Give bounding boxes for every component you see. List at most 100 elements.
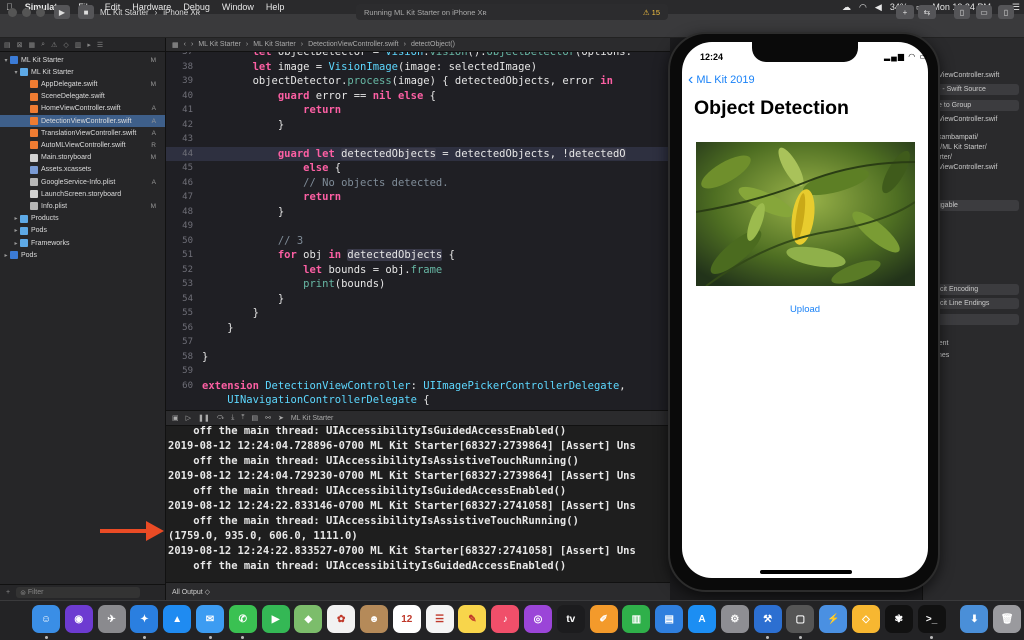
code-text[interactable]: print(bounds) (202, 278, 670, 290)
code-line[interactable]: 48 } (166, 205, 670, 220)
disclosure-triangle-icon[interactable]: ▾ (12, 69, 20, 76)
maps-icon[interactable]: ◆ (294, 605, 323, 633)
code-line[interactable]: 47 return (166, 190, 670, 205)
stop-button[interactable]: ■ (78, 5, 94, 19)
source-control-icon[interactable]: ⊠ (17, 41, 23, 49)
breadcrumb-file[interactable]: DetectionViewController.swift (308, 41, 399, 48)
forward-nav-icon[interactable]: › (191, 41, 193, 48)
mail-icon[interactable]: ✉ (196, 605, 224, 633)
disclosure-triangle-icon[interactable]: ▸ (2, 252, 10, 259)
filter-input[interactable]: ⊜ Filter (16, 587, 141, 598)
disclosure-triangle-icon[interactable]: ▸ (12, 215, 20, 222)
step-out-icon[interactable]: ⤒ (241, 414, 244, 422)
toggle-inspector-button[interactable]: ▯ (998, 5, 1014, 19)
navigator-item[interactable]: SceneDelegate.swift (0, 91, 165, 103)
code-line[interactable]: 60 extension DetectionViewController: UII… (166, 379, 670, 394)
reminders-icon[interactable]: ☰ (425, 605, 454, 633)
run-button[interactable]: ▶ (54, 5, 70, 19)
music-icon[interactable]: ♪ (491, 605, 520, 633)
code-text[interactable]: } (202, 307, 670, 319)
code-text[interactable]: } (202, 351, 670, 363)
navigator-item[interactable]: HomeViewController.swift A (0, 103, 165, 115)
navigator-item[interactable]: LaunchScreen.storyboard (0, 188, 165, 200)
code-line[interactable]: 39 objectDetector.process(image) { detec… (166, 74, 670, 89)
pages-icon[interactable]: ✐ (589, 605, 618, 633)
line-number[interactable]: 45 (166, 163, 202, 173)
line-number[interactable]: 59 (166, 366, 202, 376)
siri-icon[interactable]: ◉ (64, 605, 93, 633)
sketch-icon[interactable]: ◇ (852, 605, 880, 633)
finder-icon[interactable]: ☺ (32, 605, 60, 633)
code-line[interactable]: 43 (166, 132, 670, 147)
inspector-popup[interactable]: ive to Group (929, 100, 1019, 111)
hide-debug-icon[interactable]: ▣ (172, 414, 179, 422)
navigator-item[interactable]: AppDelegate.swift M (0, 78, 165, 90)
code-text[interactable]: objectDetector.process(image) { detected… (202, 75, 670, 87)
navigator-item[interactable]: Info.plist M (0, 200, 165, 212)
code-line[interactable]: 59 (166, 364, 670, 379)
code-line[interactable]: 44 guard let detectedObjects = detectedO… (166, 146, 670, 161)
debug-console[interactable]: off the main thread: UIAccessibilityIsGu… (166, 426, 670, 582)
navigator-item[interactable]: Assets.xcassets (0, 164, 165, 176)
code-text[interactable]: else { (202, 162, 670, 174)
inspector-popup[interactable]: plicit Line Endings (929, 298, 1019, 309)
code-line[interactable]: 40 guard error == nil else { (166, 89, 670, 104)
window-close-button[interactable] (8, 8, 17, 17)
window-minimize-button[interactable] (22, 8, 31, 17)
code-text[interactable]: // 3 (202, 235, 670, 247)
warning-count[interactable]: ⚠ 15 (643, 8, 660, 17)
instruments-icon[interactable]: ⚡ (819, 605, 848, 633)
appstore-icon[interactable]: A (688, 605, 716, 633)
code-line[interactable]: 53 print(bounds) (166, 277, 670, 292)
inspector-popup[interactable]: plicit Encoding (929, 284, 1019, 295)
testflight-icon[interactable]: ▲ (163, 605, 192, 633)
test-icon[interactable]: ◇ (63, 41, 68, 49)
navigator-item[interactable]: TranslationViewController.swift A (0, 127, 165, 139)
source-editor[interactable]: 37 let objectDetector = Vision.vision().… (166, 52, 670, 410)
line-number[interactable]: 43 (166, 134, 202, 144)
view-hierarchy-icon[interactable]: ▤ (251, 414, 258, 422)
pause-icon[interactable]: ❚❚ (198, 414, 210, 422)
memory-graph-icon[interactable]: ⚯ (265, 414, 271, 422)
code-text[interactable]: guard error == nil else { (202, 90, 670, 102)
navigator-item[interactable]: Main.storyboard M (0, 152, 165, 164)
code-line[interactable]: 45 else { (166, 161, 670, 176)
find-icon[interactable]: ⌕ (41, 41, 45, 49)
line-number[interactable]: 47 (166, 192, 202, 202)
code-line[interactable]: 50 // 3 (166, 234, 670, 249)
toggle-debug-area-button[interactable]: ▭ (976, 5, 992, 19)
code-line[interactable]: 49 (166, 219, 670, 234)
window-zoom-button[interactable] (36, 8, 45, 17)
code-line[interactable]: 54 } (166, 292, 670, 307)
line-number[interactable]: 48 (166, 207, 202, 217)
code-text[interactable]: // No objects detected. (202, 177, 670, 189)
line-number[interactable]: 57 (166, 337, 202, 347)
line-number[interactable]: 56 (166, 323, 202, 333)
step-over-icon[interactable]: ⤼ (217, 414, 224, 422)
code-text[interactable]: extension DetectionViewController: UIIma… (202, 380, 670, 392)
code-text[interactable]: } (202, 293, 670, 305)
code-text[interactable]: } (202, 206, 670, 218)
photos-icon[interactable]: ✿ (327, 605, 356, 633)
code-text[interactable]: let bounds = obj.frame (202, 264, 670, 276)
line-number[interactable]: 39 (166, 76, 202, 86)
library-plus-button[interactable]: + (896, 5, 914, 19)
code-line[interactable]: 41 return (166, 103, 670, 118)
code-line[interactable]: 51 for obj in detectedObjects { (166, 248, 670, 263)
navigator-item[interactable]: GoogleService-Info.plist A (0, 176, 165, 188)
line-number[interactable]: 38 (166, 62, 202, 72)
code-text[interactable]: UINavigationControllerDelegate { (202, 394, 670, 406)
code-line[interactable]: 38 let image = VisionImage(image: select… (166, 60, 670, 75)
butterfly-icon[interactable]: ✾ (884, 605, 913, 633)
location-icon[interactable]: ➤ (278, 414, 284, 422)
navigator-item[interactable]: ▸ Pods (0, 249, 165, 261)
line-number[interactable]: 44 (166, 149, 202, 159)
status-wifi-icon[interactable]: ◠ (855, 2, 871, 13)
inspector-popup[interactable]: aggable (929, 200, 1019, 211)
related-items-icon[interactable]: ▦ (172, 41, 179, 49)
code-line[interactable]: 57 (166, 335, 670, 350)
line-number[interactable]: 49 (166, 221, 202, 231)
line-number[interactable]: 42 (166, 120, 202, 130)
facetime-icon[interactable]: ▶ (261, 605, 290, 633)
navigator-item[interactable]: ▾ ML Kit Starter M (0, 54, 165, 66)
